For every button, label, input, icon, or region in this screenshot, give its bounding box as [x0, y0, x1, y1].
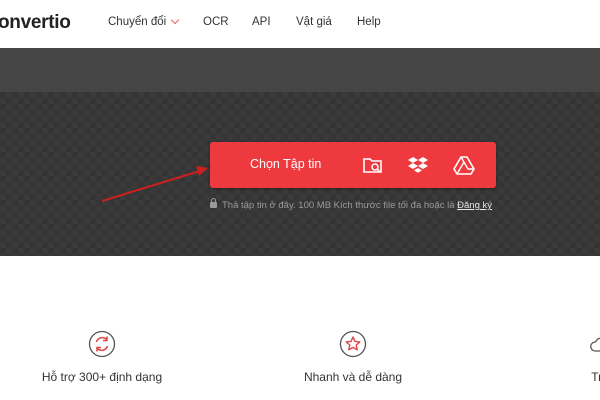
cloud-icon: [590, 337, 600, 352]
chevron-down-icon: [170, 15, 180, 25]
nav-convert-menu[interactable]: Chuyển đổi: [108, 15, 180, 28]
feature-fast: Nhanh và dễ dàng: [273, 330, 433, 384]
upload-hint: Thả tập tin ở đây. 100 MB Kích thước fil…: [210, 198, 492, 211]
signup-link[interactable]: Đăng ký: [457, 200, 492, 211]
feature-cloud-title: Trê: [591, 370, 600, 384]
nav-pricing[interactable]: Vật giá: [296, 16, 332, 28]
lock-icon: [210, 198, 217, 208]
nav-ocr[interactable]: OCR: [203, 16, 229, 28]
google-drive-icon[interactable]: [453, 154, 475, 176]
dropbox-icon[interactable]: [407, 154, 429, 176]
refresh-icon: [88, 330, 116, 358]
star-icon: [339, 330, 367, 358]
nav-help[interactable]: Help: [357, 16, 381, 28]
header-band: [0, 48, 600, 92]
nav-api[interactable]: API: [252, 16, 271, 28]
top-navigation-bar: onvertio Chuyển đổi OCR API Vật giá Help: [0, 0, 600, 48]
feature-fast-title: Nhanh và dễ dàng: [303, 370, 403, 384]
folder-search-icon[interactable]: [362, 154, 384, 176]
choose-files-button[interactable]: Chọn Tập tin: [210, 142, 496, 188]
choose-files-label: Chọn Tập tin: [250, 157, 322, 171]
nav-convert-label: Chuyển đổi: [108, 16, 167, 28]
feature-formats: Hỗ trợ 300+ định dạng: [22, 330, 182, 384]
upload-hint-text: Thả tập tin ở đây. 100 MB Kích thước fil…: [222, 200, 455, 211]
logo[interactable]: onvertio: [0, 12, 71, 34]
feature-formats-title: Hỗ trợ 300+ định dạng: [41, 370, 163, 384]
feature-cloud: Trê: [520, 330, 600, 384]
